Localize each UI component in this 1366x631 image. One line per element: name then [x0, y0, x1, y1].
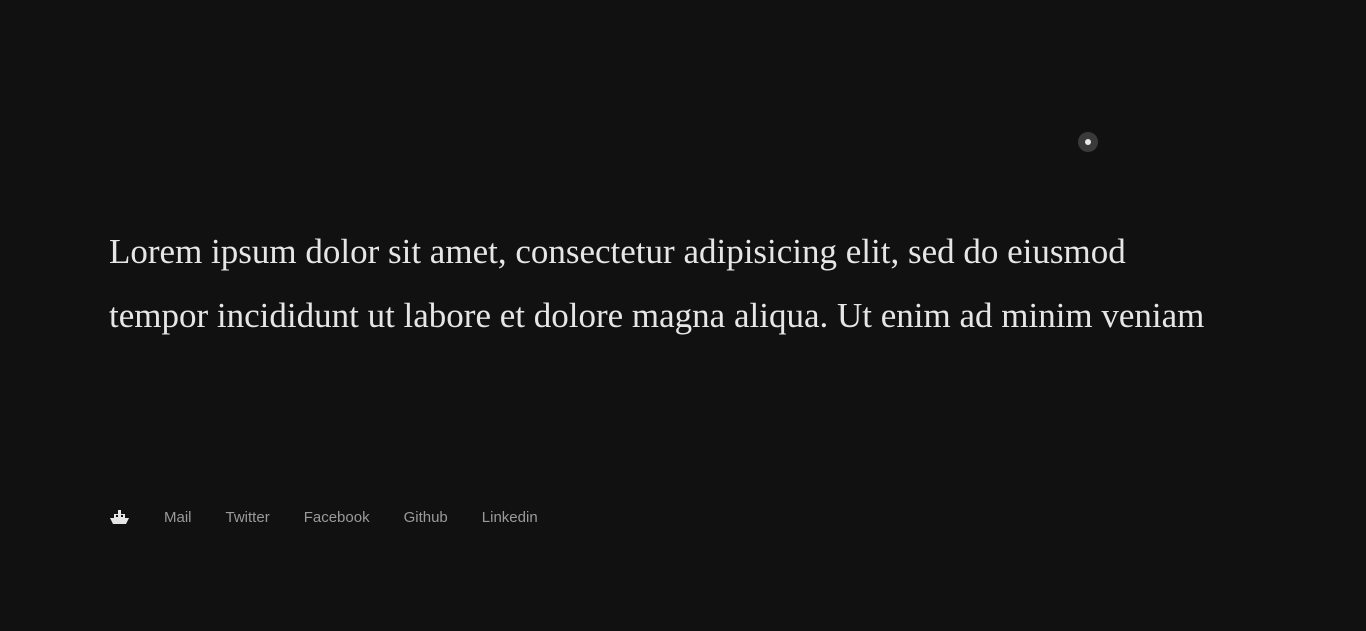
hero-text: Lorem ipsum dolor sit amet, consectetur …: [109, 232, 1205, 335]
footer-link-linkedin[interactable]: Linkedin: [482, 506, 538, 530]
footer-link-facebook[interactable]: Facebook: [304, 506, 370, 530]
footer-link-twitter[interactable]: Twitter: [226, 506, 270, 530]
cursor-indicator: [1078, 132, 1098, 152]
ship-icon[interactable]: [109, 509, 130, 527]
footer-link-github[interactable]: Github: [404, 506, 448, 530]
footer-nav: Mail Twitter Facebook Github Linkedin: [109, 506, 572, 530]
cursor-indicator-center: [1085, 139, 1091, 145]
footer-link-mail[interactable]: Mail: [164, 506, 192, 530]
